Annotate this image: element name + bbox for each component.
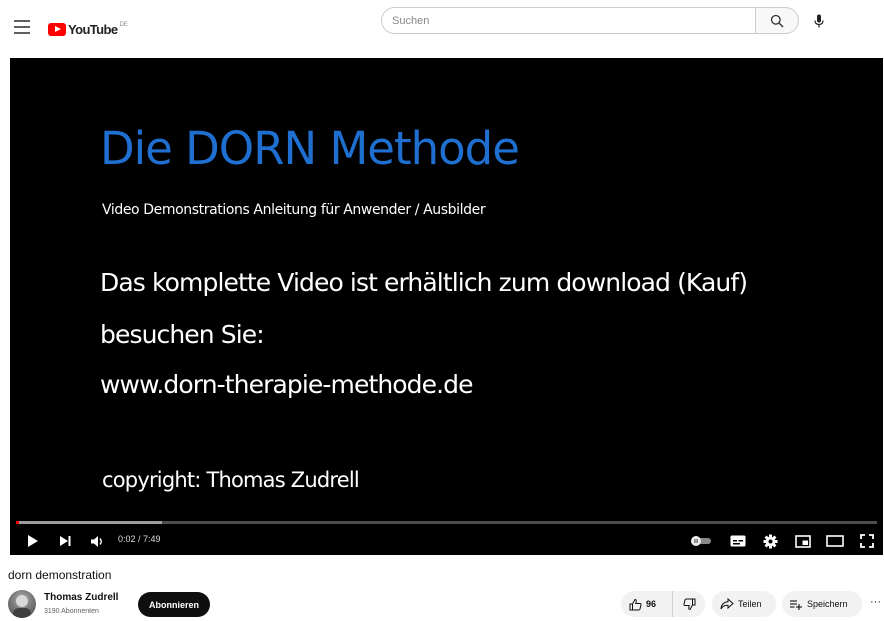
youtube-play-logo-icon (48, 23, 66, 36)
logo-region-code: DE (119, 21, 128, 28)
share-icon (720, 598, 734, 610)
autoplay-toggle[interactable] (688, 532, 714, 550)
voice-search-button[interactable] (808, 10, 830, 32)
play-icon (28, 535, 38, 547)
time-display: 0:02 / 7:49 (118, 534, 161, 544)
channel-avatar[interactable] (8, 590, 36, 618)
like-button[interactable]: 96 (621, 591, 673, 617)
miniplayer-icon (795, 534, 811, 548)
video-frame-line-3: www.dorn-therapie-methode.de (100, 370, 474, 399)
settings-button[interactable] (760, 532, 780, 550)
video-frame-line-2: besuchen Sie: (100, 320, 265, 349)
settings-icon (763, 534, 777, 548)
hamburger-menu-icon[interactable] (14, 20, 30, 34)
progress-fill (16, 521, 20, 524)
fullscreen-icon (860, 534, 874, 548)
video-title: dorn demonstration (8, 568, 112, 582)
search-icon (770, 14, 784, 27)
theater-icon (826, 535, 844, 547)
video-frame-subtitle: Video Demonstrations Anleitung für Anwen… (102, 202, 486, 218)
theater-mode-button[interactable] (824, 532, 846, 550)
volume-icon (90, 535, 102, 547)
video-frame-title: Die DORN Methode (100, 122, 520, 175)
add-to-playlist-icon (790, 599, 802, 610)
volume-button[interactable] (88, 532, 106, 550)
thumbs-up-icon (629, 598, 642, 610)
search-input[interactable] (382, 8, 742, 33)
subscriber-count: 3190 Abonnenten (44, 608, 99, 615)
subtitles-icon (730, 535, 746, 547)
more-actions-button[interactable]: ··· (870, 596, 884, 612)
subscribe-button[interactable]: Abonnieren (138, 592, 210, 617)
play-button[interactable] (24, 532, 42, 550)
miniplayer-button[interactable] (792, 532, 814, 550)
next-button[interactable] (56, 532, 74, 550)
avatar-photo-icon (13, 595, 31, 618)
save-label: Speichern (807, 599, 848, 609)
fullscreen-button[interactable] (856, 532, 878, 550)
subtitles-button[interactable] (728, 532, 748, 550)
dislike-button[interactable] (673, 591, 705, 617)
youtube-logo[interactable]: YouTube DE (48, 22, 128, 37)
like-dislike-group: 96 (621, 591, 705, 617)
video-player[interactable]: Die DORN Methode Video Demonstrations An… (10, 58, 883, 555)
thumbs-down-icon (682, 598, 695, 610)
like-count: 96 (646, 599, 657, 609)
share-label: Teilen (738, 599, 762, 609)
video-frame-copyright: copyright: Thomas Zudrell (102, 468, 360, 492)
search-box (381, 7, 755, 34)
top-bar: YouTube DE (0, 0, 884, 56)
next-icon (59, 536, 70, 546)
share-button[interactable]: Teilen (712, 591, 776, 617)
logo-text: YouTube (68, 22, 118, 37)
search-button[interactable] (755, 7, 799, 34)
save-button[interactable]: Speichern (782, 591, 862, 617)
microphone-icon (814, 14, 824, 28)
autoplay-toggle-icon (691, 536, 711, 546)
video-frame-line-1: Das komplette Video ist erhältlich zum d… (100, 268, 748, 297)
progress-buffer (16, 521, 163, 524)
progress-bar[interactable] (16, 521, 877, 524)
channel-name[interactable]: Thomas Zudrell (44, 592, 118, 603)
